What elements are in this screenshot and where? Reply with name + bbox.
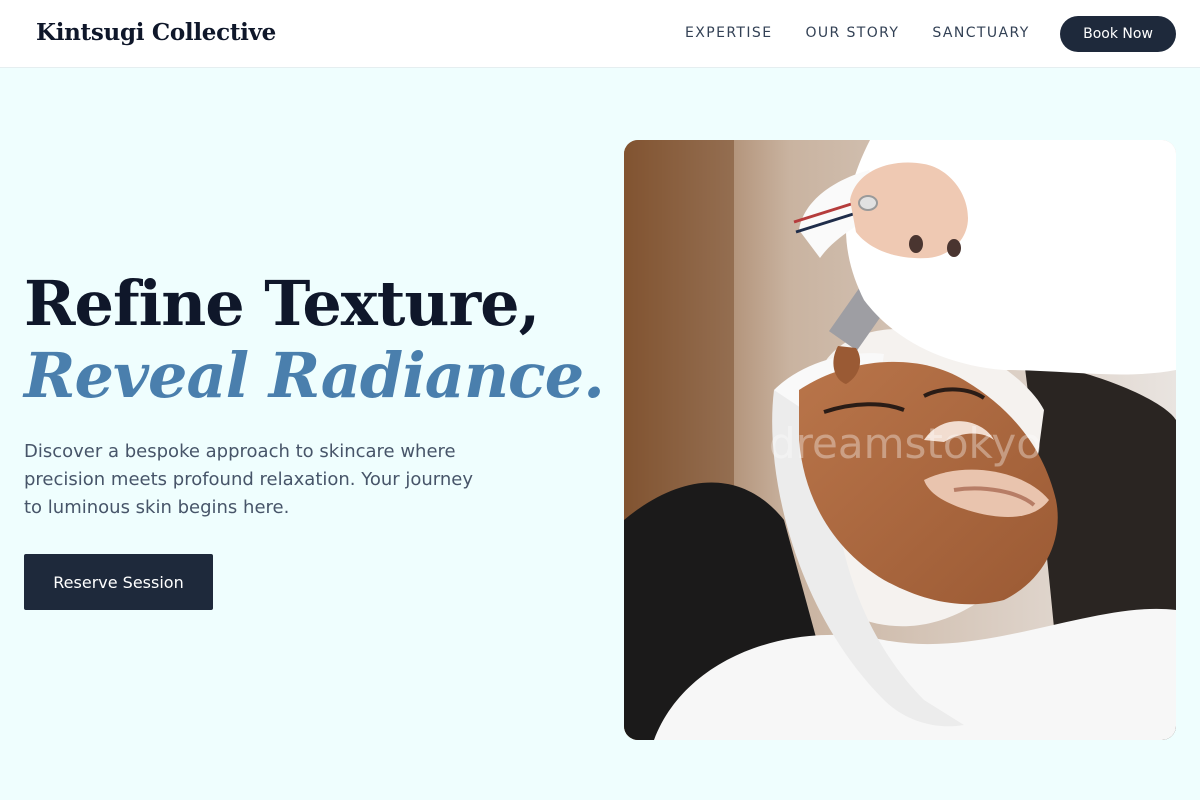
photo-watermark: dreamstokyo [769, 419, 1042, 468]
hero-photo-facial-treatment: dreamstokyo [624, 140, 1176, 740]
nav-link-sanctuary[interactable]: SANCTUARY [932, 25, 1029, 41]
headline-line-2: Reveal Radiance. [24, 339, 605, 412]
hero-lead-text: Discover a bespoke approach to skincare … [24, 441, 474, 518]
book-now-button[interactable]: Book Now [1060, 16, 1176, 52]
reserve-session-button[interactable]: Reserve Session [24, 554, 213, 610]
nav-link-expertise[interactable]: EXPERTISE [685, 25, 772, 41]
nav-link-our-story[interactable]: OUR STORY [805, 25, 899, 41]
brand-logo[interactable]: Kintsugi Collective [36, 19, 276, 46]
hero-headline: Refine Texture, Reveal Radiance. [24, 267, 605, 412]
headline-line-1: Refine Texture, [24, 267, 540, 340]
facial-treatment-illustration: dreamstokyo [624, 140, 1176, 740]
site-header: Kintsugi Collective EXPERTISE OUR STORY … [0, 0, 1200, 68]
main-nav: EXPERTISE OUR STORY SANCTUARY [685, 25, 1030, 41]
